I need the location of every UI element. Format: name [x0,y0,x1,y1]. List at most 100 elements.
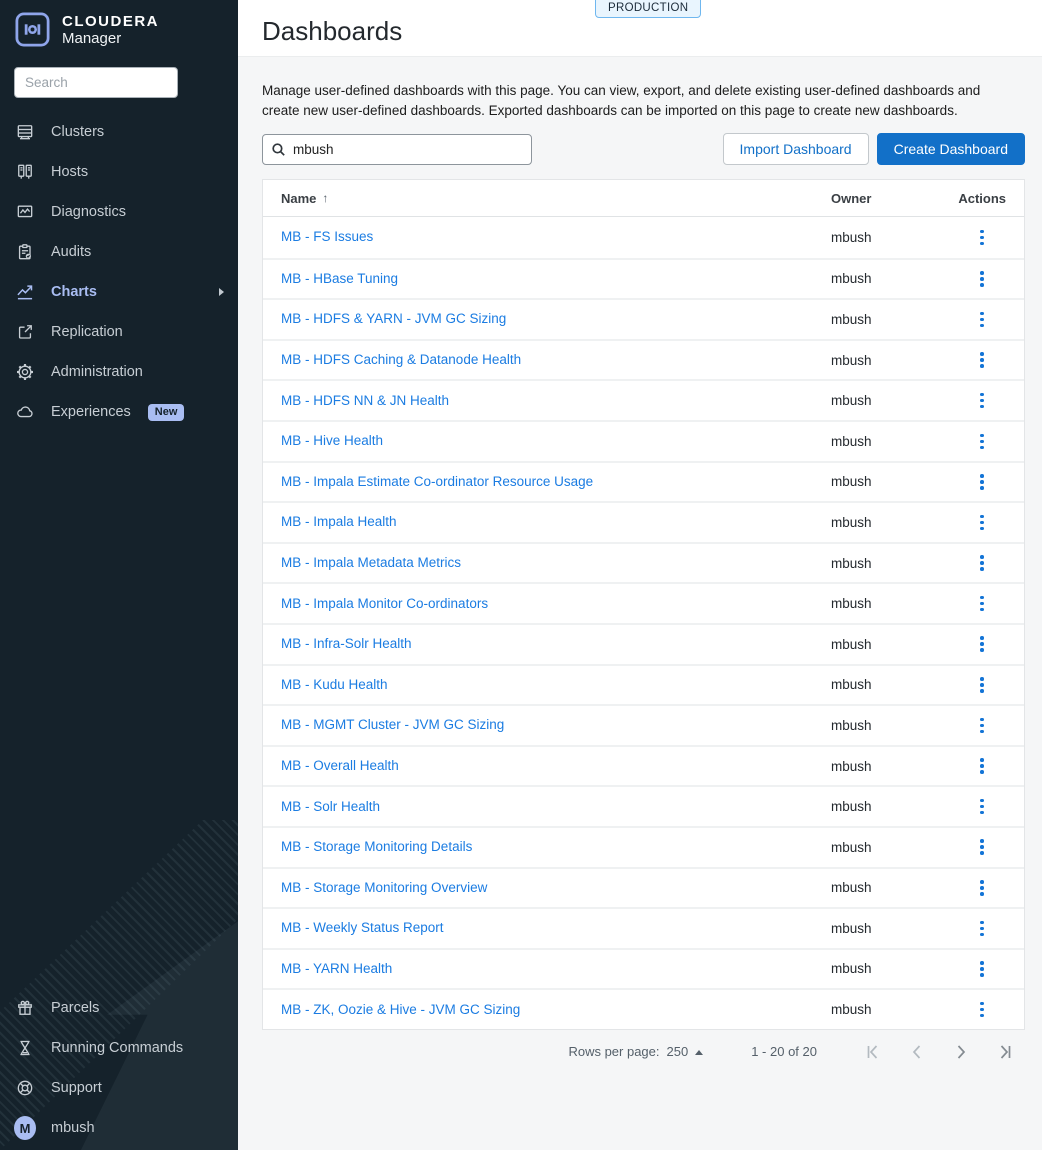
rows-per-page-dropdown[interactable]: Rows per page: 250 [568,1044,704,1059]
owner-cell: mbush [831,677,872,693]
dashboard-link[interactable]: MB - Impala Monitor Co-ordinators [281,596,488,611]
owner-cell: mbush [831,229,872,245]
first-page-button[interactable] [861,1040,885,1064]
sidebar-search-input[interactable] [14,67,178,98]
dashboard-link[interactable]: MB - Infra-Solr Health [281,636,412,651]
dashboard-link[interactable]: MB - ZK, Oozie & Hive - JVM GC Sizing [281,1002,520,1017]
sidebar-item-parcels[interactable]: Parcels [0,988,238,1028]
kebab-menu-button[interactable] [972,307,992,333]
owner-cell: mbush [831,961,872,977]
sidebar-item-user[interactable]: M mbush [0,1108,238,1148]
kebab-menu-button[interactable] [972,875,992,901]
table-row: MB - YARN Health mbush [263,947,1024,989]
kebab-menu-button[interactable] [972,672,992,698]
page-description: Manage user-defined dashboards with this… [262,83,981,118]
table-row: MB - Hive Health mbush [263,419,1024,461]
sidebar-item-label: Hosts [51,164,89,180]
kebab-menu-button[interactable] [972,591,992,617]
dashboard-link[interactable]: MB - HDFS & YARN - JVM GC Sizing [281,311,506,326]
dashboard-link[interactable]: MB - MGMT Cluster - JVM GC Sizing [281,717,504,732]
product-name: Manager [62,29,122,47]
kebab-menu-button[interactable] [972,956,992,982]
sidebar-item-label: Audits [51,244,92,260]
import-dashboard-button[interactable]: Import Dashboard [722,133,869,165]
kebab-menu-button[interactable] [972,550,992,576]
owner-cell: mbush [831,880,872,896]
sidebar-item-audits[interactable]: Audits [0,232,238,272]
dashboard-link[interactable]: MB - Impala Metadata Metrics [281,555,461,570]
dashboard-link[interactable]: MB - Hive Health [281,433,383,448]
dashboard-link[interactable]: MB - Storage Monitoring Overview [281,880,487,895]
kebab-menu-button[interactable] [972,794,992,820]
charts-icon [14,281,36,303]
sidebar-item-experiences[interactable]: Experiences New [0,392,238,432]
owner-cell: mbush [831,474,872,490]
last-page-button[interactable] [993,1040,1017,1064]
owner-cell: mbush [831,352,872,368]
kebab-menu-button[interactable] [972,631,992,657]
dashboard-link[interactable]: MB - Kudu Health [281,677,388,692]
dashboard-link[interactable]: MB - Impala Estimate Co-ordinator Resour… [281,474,593,489]
dashboard-link[interactable]: MB - Storage Monitoring Details [281,839,472,854]
new-badge: New [147,403,185,421]
owner-cell: mbush [831,920,872,936]
cloudera-logo-icon [15,12,50,47]
dashboard-link[interactable]: MB - Solr Health [281,799,380,814]
sidebar-item-clusters[interactable]: Clusters [0,112,238,152]
table-row: MB - Impala Monitor Co-ordinators mbush [263,582,1024,623]
owner-cell: mbush [831,555,872,571]
dashboard-link[interactable]: MB - FS Issues [281,229,373,244]
dashboard-link[interactable]: MB - HBase Tuning [281,271,398,286]
kebab-menu-button[interactable] [972,429,992,455]
previous-page-button[interactable] [905,1040,929,1064]
create-dashboard-button[interactable]: Create Dashboard [876,133,1025,165]
kebab-menu-button[interactable] [972,834,992,860]
pagination-range: 1 - 20 of 20 [751,1044,817,1060]
cloudera-manager-logo[interactable]: CLOUDERA Manager [0,0,238,56]
owner-cell: mbush [831,311,872,327]
owner-cell: mbush [831,596,872,612]
sidebar-item-support[interactable]: Support [0,1068,238,1108]
dashboard-link[interactable]: MB - YARN Health [281,961,392,976]
table-row: MB - HDFS Caching & Datanode Health mbus… [263,338,1024,380]
owner-cell: mbush [831,799,872,815]
environment-badge: PRODUCTION [595,0,702,18]
owner-cell: mbush [831,717,872,733]
kebab-menu-button[interactable] [972,753,992,779]
kebab-menu-button[interactable] [972,997,992,1023]
sidebar-item-hosts[interactable]: Hosts [0,152,238,192]
owner-cell: mbush [831,514,872,530]
dashboard-link[interactable]: MB - Weekly Status Report [281,920,444,935]
kebab-menu-button[interactable] [972,713,992,739]
experiences-icon [14,401,36,423]
kebab-menu-button[interactable] [972,347,992,373]
sidebar-bottom-nav: Parcels Running Commands Support M mbush [0,988,238,1150]
owner-cell: mbush [831,433,872,449]
dashboard-link[interactable]: MB - Impala Health [281,514,397,529]
sidebar-item-diagnostics[interactable]: Diagnostics [0,192,238,232]
kebab-menu-button[interactable] [972,916,992,942]
kebab-menu-button[interactable] [972,469,992,495]
owner-cell: mbush [831,636,872,652]
column-header-name[interactable]: Name ↑ [281,191,831,206]
next-page-button[interactable] [949,1040,973,1064]
table-row: MB - Overall Health mbush [263,744,1024,786]
dashboard-link[interactable]: MB - Overall Health [281,758,399,773]
owner-cell: mbush [831,271,872,287]
caret-up-icon [695,1049,704,1055]
kebab-menu-button[interactable] [972,388,992,414]
dashboard-link[interactable]: MB - HDFS Caching & Datanode Health [281,352,521,367]
sidebar-item-administration[interactable]: Administration [0,352,238,392]
kebab-menu-button[interactable] [972,225,992,251]
kebab-menu-button[interactable] [972,510,992,536]
sidebar-item-running-commands[interactable]: Running Commands [0,1028,238,1068]
sidebar: CLOUDERA Manager Clusters [0,0,238,1150]
sidebar-item-replication[interactable]: Replication [0,312,238,352]
administration-icon [14,361,36,383]
dashboard-filter-input[interactable] [262,133,532,165]
dashboard-link[interactable]: MB - HDFS NN & JN Health [281,393,449,408]
sidebar-item-charts[interactable]: Charts [0,272,238,312]
kebab-menu-button[interactable] [972,266,992,292]
replication-icon [14,321,36,343]
pagination-bar: Rows per page: 250 1 - 20 of 20 [262,1030,1025,1074]
